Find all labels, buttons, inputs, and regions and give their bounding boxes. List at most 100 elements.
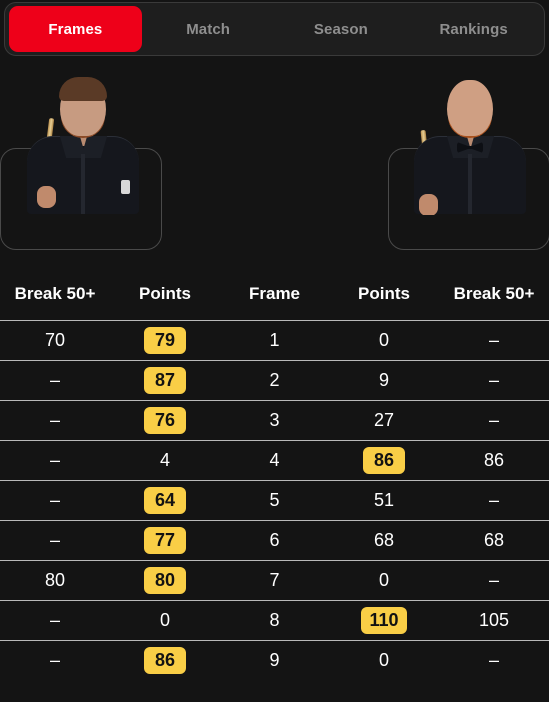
cell-break-right-value: 86 bbox=[483, 450, 505, 470]
cell-points-right: 110 bbox=[329, 601, 439, 640]
cell-points-right: 0 bbox=[329, 321, 439, 360]
cell-break-left-value: – bbox=[49, 610, 60, 630]
cell-points-left: 4 bbox=[110, 441, 220, 480]
cell-break-right-value: – bbox=[488, 370, 499, 390]
cell-break-right-value: – bbox=[488, 330, 499, 350]
points-badge: 87 bbox=[144, 367, 186, 394]
cell-frame-number: 6 bbox=[220, 521, 329, 560]
cell-points-right: 86 bbox=[329, 441, 439, 480]
table-row: – 86 9 0 – bbox=[0, 640, 549, 680]
cell-points-left: 79 bbox=[110, 321, 220, 360]
cell-points-left: 87 bbox=[110, 361, 220, 400]
cell-break-left: – bbox=[0, 641, 110, 680]
points-badge: 77 bbox=[144, 527, 186, 554]
cell-frame-number-value: 3 bbox=[269, 410, 280, 430]
cell-break-right: – bbox=[439, 641, 549, 680]
cell-break-right: – bbox=[439, 361, 549, 400]
cell-break-right: – bbox=[439, 321, 549, 360]
cell-points-left: 77 bbox=[110, 521, 220, 560]
player-photo-right bbox=[395, 70, 545, 215]
frames-scoreboard-page: Frames Match Season Rankings Break 50+ P… bbox=[0, 0, 549, 702]
cell-points-right-value: 27 bbox=[373, 410, 395, 430]
points-badge: 76 bbox=[144, 407, 186, 434]
cell-break-right-value: 105 bbox=[478, 610, 510, 630]
cell-break-right-value: – bbox=[488, 410, 499, 430]
cell-break-left-value: – bbox=[49, 410, 60, 430]
cell-break-right: 86 bbox=[439, 441, 549, 480]
cell-points-right: 27 bbox=[329, 401, 439, 440]
cell-frame-number: 5 bbox=[220, 481, 329, 520]
header-points-right: Points bbox=[358, 284, 410, 303]
cell-points-right: 51 bbox=[329, 481, 439, 520]
table-row: – 4 4 86 86 bbox=[0, 440, 549, 480]
points-badge: 64 bbox=[144, 487, 186, 514]
table-row: 70 79 1 0 – bbox=[0, 320, 549, 360]
cell-break-left-value: – bbox=[49, 530, 60, 550]
cell-frame-number-value: 5 bbox=[269, 490, 280, 510]
cell-points-right-value: 0 bbox=[378, 330, 389, 350]
cell-break-left-value: 70 bbox=[44, 330, 66, 350]
cell-frame-number: 1 bbox=[220, 321, 329, 360]
cell-points-right: 0 bbox=[329, 641, 439, 680]
cell-points-right-value: 0 bbox=[378, 570, 389, 590]
cell-break-left-value: – bbox=[49, 370, 60, 390]
cell-frame-number-value: 6 bbox=[269, 530, 280, 550]
cell-frame-number-value: 1 bbox=[269, 330, 280, 350]
table-row: 80 80 7 0 – bbox=[0, 560, 549, 600]
cell-frame-number-value: 7 bbox=[269, 570, 280, 590]
table-row: – 87 2 9 – bbox=[0, 360, 549, 400]
cell-break-left: – bbox=[0, 481, 110, 520]
tab-frames[interactable]: Frames bbox=[9, 6, 142, 52]
cell-frame-number: 3 bbox=[220, 401, 329, 440]
points-badge: 86 bbox=[144, 647, 186, 674]
points-badge: 79 bbox=[144, 327, 186, 354]
cell-frame-number: 7 bbox=[220, 561, 329, 600]
cell-frame-number: 4 bbox=[220, 441, 329, 480]
cell-points-left: 80 bbox=[110, 561, 220, 600]
cell-break-right-value: – bbox=[488, 650, 499, 670]
cell-break-right-value: – bbox=[488, 490, 499, 510]
cell-frame-number-value: 8 bbox=[269, 610, 280, 630]
table-row: – 64 5 51 – bbox=[0, 480, 549, 520]
cell-break-left: 70 bbox=[0, 321, 110, 360]
cell-points-right: 9 bbox=[329, 361, 439, 400]
cell-points-right-value: 0 bbox=[378, 650, 389, 670]
cell-break-right: 105 bbox=[439, 601, 549, 640]
cell-points-left-value: 0 bbox=[159, 610, 170, 630]
cell-frame-number-value: 4 bbox=[269, 450, 280, 470]
cell-break-right: – bbox=[439, 481, 549, 520]
cell-break-right: – bbox=[439, 561, 549, 600]
cell-frame-number: 8 bbox=[220, 601, 329, 640]
header-break-right: Break 50+ bbox=[453, 284, 535, 303]
cell-break-left-value: 80 bbox=[44, 570, 66, 590]
header-break-left: Break 50+ bbox=[14, 284, 96, 303]
cell-points-left: 76 bbox=[110, 401, 220, 440]
tab-bar: Frames Match Season Rankings bbox=[4, 2, 545, 56]
tab-rankings[interactable]: Rankings bbox=[407, 6, 540, 52]
cell-break-left: – bbox=[0, 601, 110, 640]
cell-break-right-value: – bbox=[488, 570, 499, 590]
frames-table: Break 50+ Points Frame Points Break 50+ 70 79… bbox=[0, 268, 549, 680]
points-badge: 110 bbox=[361, 607, 407, 634]
cell-break-left-value: – bbox=[49, 450, 60, 470]
cell-points-right: 68 bbox=[329, 521, 439, 560]
tab-season[interactable]: Season bbox=[275, 6, 408, 52]
cell-break-left: – bbox=[0, 401, 110, 440]
cell-points-right-value: 51 bbox=[373, 490, 395, 510]
cell-frame-number-value: 2 bbox=[269, 370, 280, 390]
cell-frame-number: 2 bbox=[220, 361, 329, 400]
player-photo-left bbox=[8, 70, 158, 215]
cell-points-left: 86 bbox=[110, 641, 220, 680]
cell-break-left-value: – bbox=[49, 490, 60, 510]
cell-frame-number: 9 bbox=[220, 641, 329, 680]
table-row: – 0 8 110 105 bbox=[0, 600, 549, 640]
table-header-row: Break 50+ Points Frame Points Break 50+ bbox=[0, 268, 549, 320]
table-row: – 77 6 68 68 bbox=[0, 520, 549, 560]
tab-match[interactable]: Match bbox=[142, 6, 275, 52]
cell-break-left: – bbox=[0, 361, 110, 400]
players-section bbox=[0, 70, 549, 268]
cell-break-left-value: – bbox=[49, 650, 60, 670]
points-badge: 86 bbox=[363, 447, 405, 474]
cell-points-right-value: 68 bbox=[373, 530, 395, 550]
header-frame: Frame bbox=[248, 284, 301, 303]
